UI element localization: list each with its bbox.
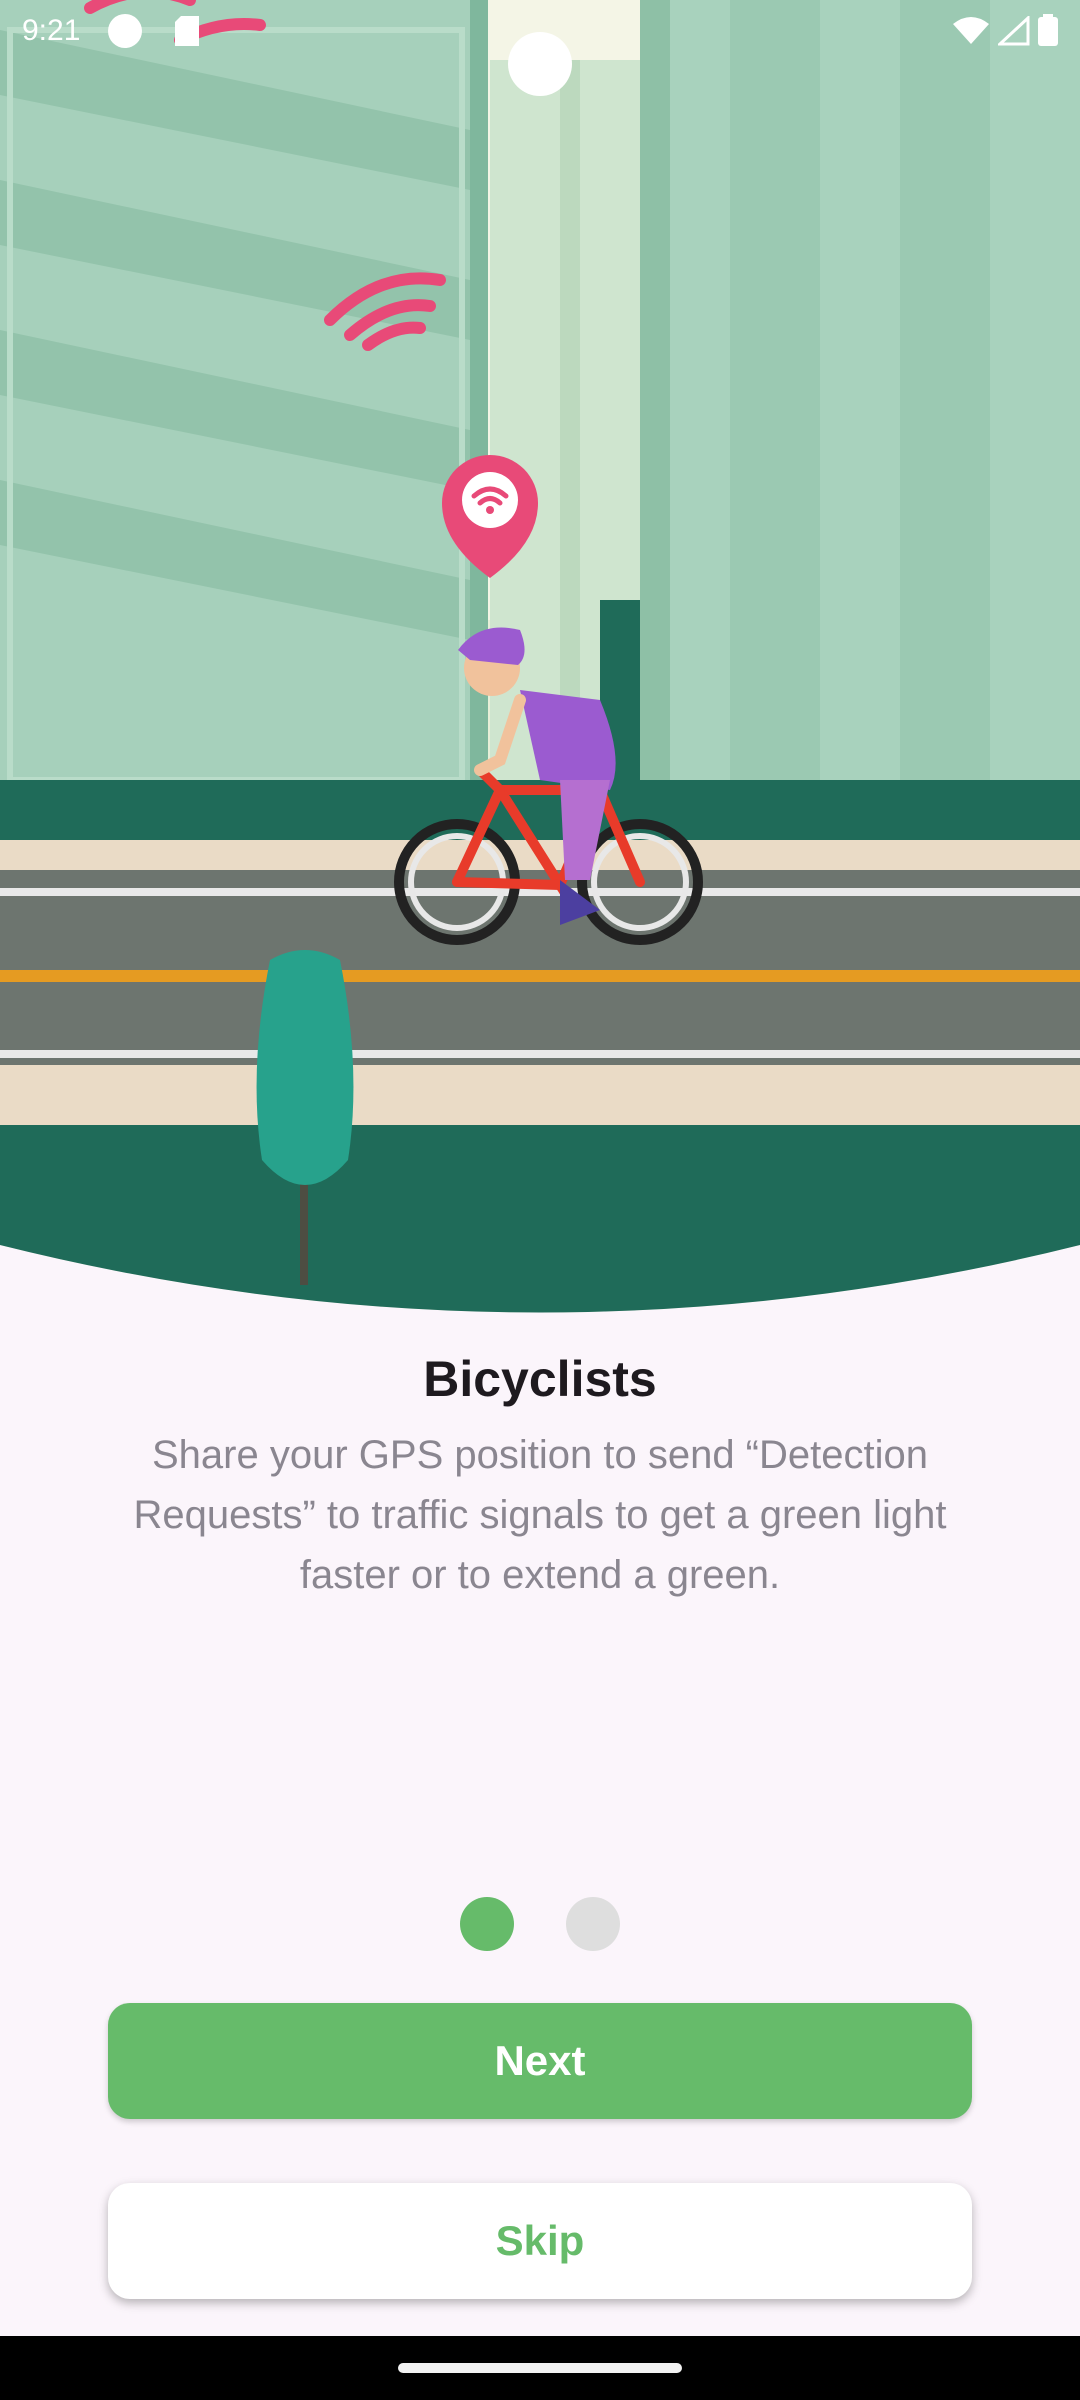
- notification-dot-icon: [108, 14, 142, 48]
- onboarding-illustration: [0, 0, 1080, 1313]
- onboarding-description: Share your GPS position to send “Detecti…: [133, 1433, 947, 1597]
- home-gesture-handle[interactable]: [398, 2363, 682, 2373]
- status-time: 9:21: [22, 14, 81, 47]
- battery-icon: [1038, 14, 1058, 46]
- wifi-signal-icon: [953, 17, 990, 44]
- status-icons: [953, 14, 1058, 54]
- onboarding-title: Bicyclists: [423, 1351, 657, 1407]
- page-indicator-dot-inactive[interactable]: [566, 1897, 620, 1951]
- cell-signal-icon: [995, 14, 1030, 46]
- camera-cutout: [508, 32, 572, 96]
- page-indicator-dot-active[interactable]: [460, 1897, 514, 1951]
- skip-button[interactable]: Skip: [108, 2183, 972, 2299]
- sd-card-icon: [175, 16, 199, 46]
- next-button[interactable]: Next: [108, 2003, 972, 2119]
